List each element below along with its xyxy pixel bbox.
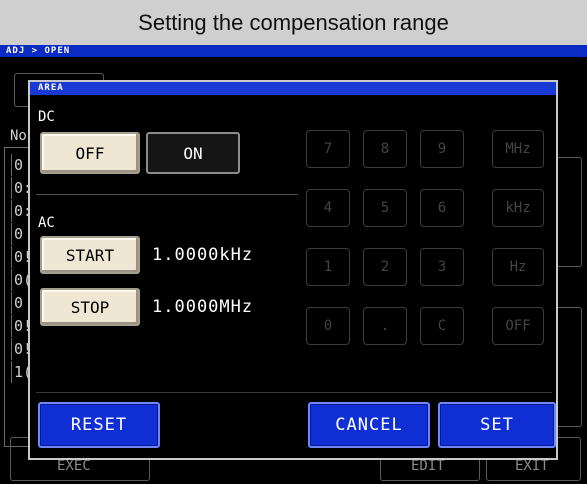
start-value: 1.0000kHz bbox=[152, 245, 254, 265]
breadcrumb: ADJ > OPEN bbox=[0, 45, 587, 57]
dialog-title: AREA bbox=[30, 82, 556, 95]
stop-button[interactable]: STOP bbox=[40, 288, 140, 326]
cancel-button[interactable]: CANCEL bbox=[308, 402, 430, 448]
key-0: 0 bbox=[306, 307, 350, 345]
key-5: 5 bbox=[363, 189, 407, 227]
set-button[interactable]: SET bbox=[438, 402, 556, 448]
key-khz: kHz bbox=[492, 189, 544, 227]
dc-off-button[interactable]: OFF bbox=[40, 132, 140, 174]
key-6: 6 bbox=[420, 189, 464, 227]
background-scroll-down bbox=[556, 307, 582, 427]
footer-divider bbox=[36, 392, 552, 393]
background-exec-label: EXEC bbox=[57, 458, 91, 474]
caption-title: Setting the compensation range bbox=[0, 0, 587, 45]
start-button[interactable]: START bbox=[40, 236, 140, 274]
key-hz: Hz bbox=[492, 248, 544, 286]
key-clear: C bbox=[420, 307, 464, 345]
key-8: 8 bbox=[363, 130, 407, 168]
dc-label: DC bbox=[38, 109, 55, 125]
key-7: 7 bbox=[306, 130, 350, 168]
ac-label: AC bbox=[38, 215, 55, 231]
key-decimal: . bbox=[363, 307, 407, 345]
reset-button[interactable]: RESET bbox=[38, 402, 160, 448]
background-header-label: No bbox=[10, 128, 27, 144]
background-exit-label: EXIT bbox=[515, 458, 549, 474]
keypad: 7 8 9 MHz 4 5 6 kHz 1 2 3 Hz 0 . C OFF bbox=[306, 130, 554, 370]
key-4: 4 bbox=[306, 189, 350, 227]
key-2: 2 bbox=[363, 248, 407, 286]
background-scroll-up bbox=[556, 157, 582, 267]
key-9: 9 bbox=[420, 130, 464, 168]
dc-on-button[interactable]: ON bbox=[146, 132, 240, 174]
key-3: 3 bbox=[420, 248, 464, 286]
area-dialog: AREA DC OFF ON AC START 1.0000kHz STOP 1… bbox=[28, 80, 558, 460]
stop-value: 1.0000MHz bbox=[152, 297, 254, 317]
key-mhz: MHz bbox=[492, 130, 544, 168]
key-off: OFF bbox=[492, 307, 544, 345]
background-edit-label: EDIT bbox=[411, 458, 445, 474]
key-1: 1 bbox=[306, 248, 350, 286]
section-divider bbox=[36, 194, 298, 195]
